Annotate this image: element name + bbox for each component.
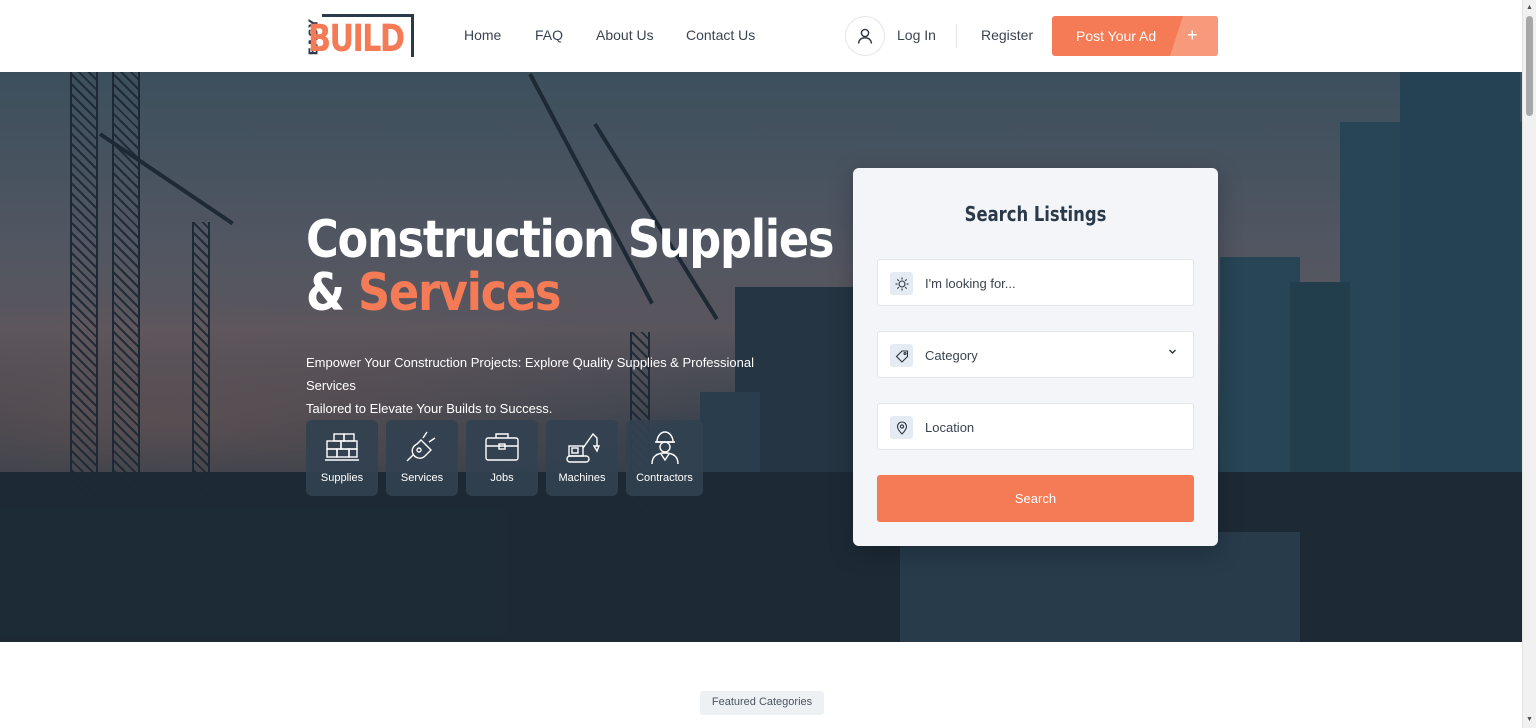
header-divider xyxy=(956,24,957,48)
logo-build-text: BUILD xyxy=(308,17,405,60)
category-tile-label: Jobs xyxy=(490,472,514,484)
page-scrollbar[interactable]: ▲ ▼ xyxy=(1522,0,1536,728)
chevron-down-icon xyxy=(1168,347,1177,359)
search-listings-panel: Search Listings I'm looking for... Categ… xyxy=(853,168,1218,546)
scroll-down-arrow-icon[interactable]: ▼ xyxy=(1526,716,1533,723)
hero-title-accent: Services xyxy=(358,263,562,323)
hero-category-tiles: Supplies Services Jobs Machines Contract… xyxy=(306,420,703,496)
register-link[interactable]: Register xyxy=(981,27,1033,43)
location-placeholder: Location xyxy=(925,420,975,435)
hero-title-amp: & xyxy=(306,263,345,323)
nav-contact-link[interactable]: Contact Us xyxy=(686,27,755,43)
scrollbar-thumb[interactable] xyxy=(1526,16,1533,116)
nav-about-link[interactable]: About Us xyxy=(596,27,654,43)
site-header: EASY BUILD Home FAQ About Us Contact Us … xyxy=(0,0,1522,72)
bricks-icon xyxy=(325,433,359,461)
hero-title-line2: & Services xyxy=(306,267,833,320)
scroll-up-arrow-icon[interactable]: ▲ xyxy=(1526,4,1533,11)
search-button-label: Search xyxy=(1014,491,1057,506)
post-ad-label: Post Your Ad xyxy=(1076,28,1157,44)
keyword-input[interactable]: I'm looking for... xyxy=(877,259,1194,306)
category-tile-label: Supplies xyxy=(320,472,364,484)
featured-categories-badge: Featured Categories xyxy=(700,691,824,715)
site-logo[interactable]: EASY BUILD xyxy=(306,14,414,60)
user-account-button[interactable] xyxy=(845,16,885,56)
search-button[interactable]: Search xyxy=(877,475,1194,522)
category-placeholder: Category xyxy=(925,348,978,363)
map-pin-icon xyxy=(890,416,913,439)
nav-faq-link[interactable]: FAQ xyxy=(535,27,563,43)
category-tile-label: Contractors xyxy=(636,472,693,484)
lightbulb-icon xyxy=(890,272,913,295)
excavator-icon xyxy=(566,432,601,463)
keyword-placeholder: I'm looking for... xyxy=(925,276,1016,291)
category-tile-contractors[interactable]: Contractors xyxy=(626,420,703,496)
briefcase-icon xyxy=(485,433,519,461)
category-tile-jobs[interactable]: Jobs xyxy=(466,420,538,496)
nav-home-link[interactable]: Home xyxy=(464,27,501,43)
category-tile-label: Machines xyxy=(558,472,606,484)
worker-icon xyxy=(650,431,679,465)
category-tile-machines[interactable]: Machines xyxy=(546,420,618,496)
hero-title-line1: Construction Supplies xyxy=(306,210,834,270)
search-panel-title: Search Listings xyxy=(964,202,1107,226)
location-input[interactable]: Location xyxy=(877,403,1194,450)
login-link[interactable]: Log In xyxy=(897,27,936,43)
hero-title: Construction Supplies & Services xyxy=(306,210,834,320)
plug-icon xyxy=(406,431,436,462)
category-select[interactable]: Category xyxy=(877,331,1194,378)
hero-subtitle-line1: Empower Your Construction Projects: Expl… xyxy=(306,355,754,393)
featured-categories-label: Featured Categories xyxy=(711,696,813,708)
hero-subtitle: Empower Your Construction Projects: Expl… xyxy=(306,351,806,420)
category-tile-services[interactable]: Services xyxy=(386,420,458,496)
plus-icon[interactable]: + xyxy=(1187,24,1198,46)
hero-subtitle-line2: Tailored to Elevate Your Builds to Succe… xyxy=(306,401,553,416)
category-tile-supplies[interactable]: Supplies xyxy=(306,420,378,496)
tag-icon xyxy=(890,344,913,367)
user-icon xyxy=(857,28,873,44)
category-tile-label: Services xyxy=(400,472,444,484)
